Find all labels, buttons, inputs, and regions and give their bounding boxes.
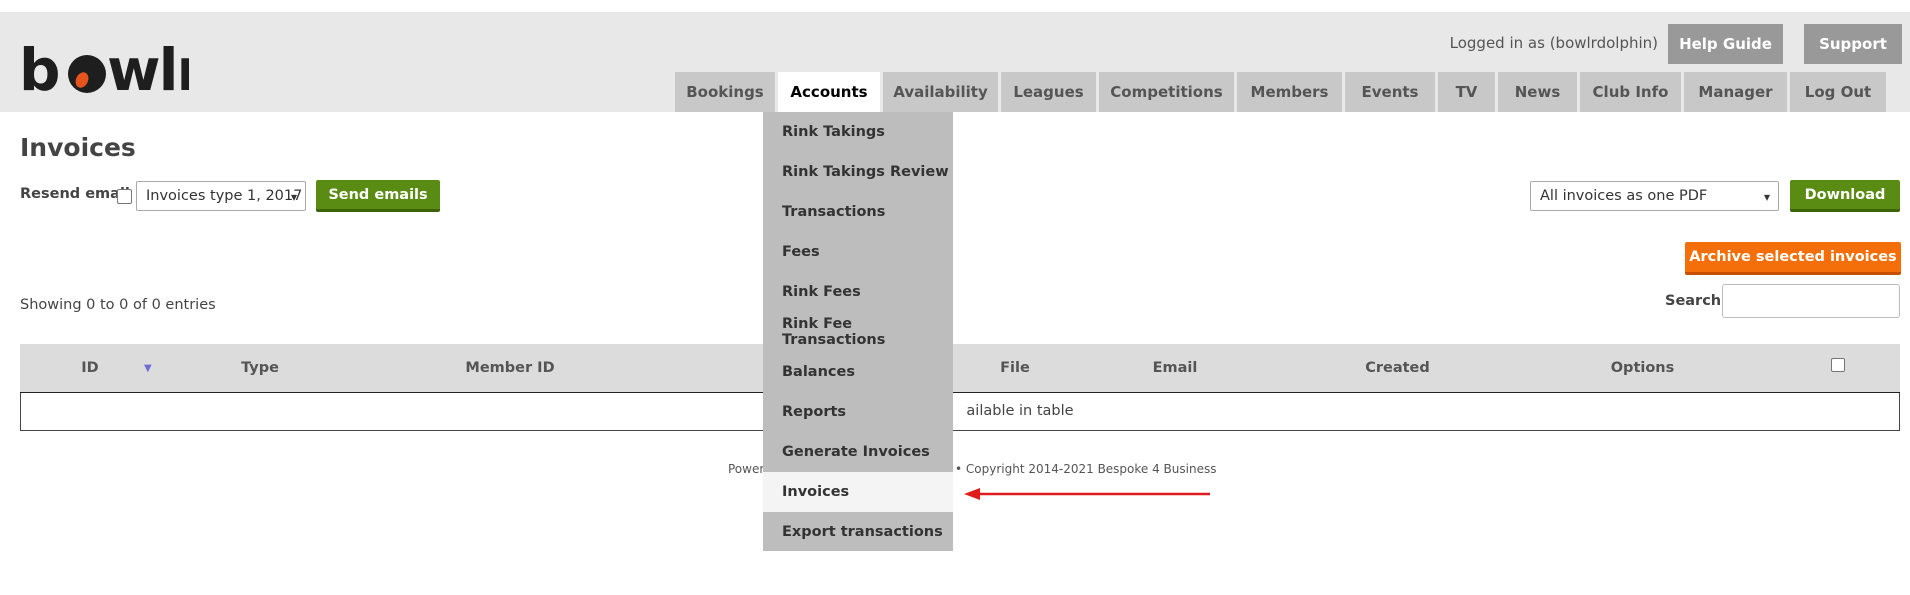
resend-email-checkbox[interactable] [117, 189, 132, 204]
sort-desc-icon[interactable]: ▼ [144, 363, 152, 374]
pdf-format-value: All invoices as one PDF [1540, 188, 1708, 204]
accounts-dropdown-menu: Rink Takings Rink Takings Review Transac… [763, 112, 953, 551]
svg-text:wlr: wlr [107, 36, 189, 102]
pdf-format-select[interactable]: All invoices as one PDF ▾ [1530, 181, 1779, 211]
main-nav: Bookings Accounts Availability Leagues C… [675, 72, 1889, 112]
page-title: Invoices [20, 133, 136, 162]
column-id[interactable]: ID [20, 344, 160, 392]
chevron-down-icon: ▾ [1763, 190, 1770, 204]
tab-competitions[interactable]: Competitions [1099, 72, 1234, 112]
menu-item-transactions[interactable]: Transactions [763, 192, 953, 232]
search-input[interactable] [1722, 284, 1900, 318]
menu-item-reports[interactable]: Reports [763, 392, 953, 432]
help-guide-button[interactable]: Help Guide [1668, 24, 1783, 64]
archive-selected-button[interactable]: Archive selected invoices [1685, 242, 1901, 275]
footer-copyright: • Copyright 2014-2021 Bespoke 4 Business [955, 462, 1217, 476]
menu-item-invoices[interactable]: Invoices [763, 472, 953, 512]
menu-item-balances[interactable]: Balances [763, 352, 953, 392]
bowlr-logo[interactable]: b wlr [19, 32, 189, 102]
invoice-type-select[interactable]: Invoices type 1, 2017 ▾ [136, 181, 306, 211]
tab-availability[interactable]: Availability [883, 72, 998, 112]
tab-tv[interactable]: TV [1438, 72, 1495, 112]
tab-news[interactable]: News [1498, 72, 1577, 112]
menu-item-rink-takings[interactable]: Rink Takings [763, 112, 953, 152]
tab-bookings[interactable]: Bookings [675, 72, 775, 112]
table-row: ailable in table [20, 393, 1900, 431]
entries-info: Showing 0 to 0 of 0 entries [20, 297, 216, 313]
logged-in-text: Logged in as (bowlrdolphin) [1449, 34, 1658, 52]
column-member-id[interactable]: Member ID [360, 344, 660, 392]
column-type[interactable]: Type [160, 344, 360, 392]
footer-powered-text: Power [728, 462, 765, 476]
menu-item-rink-takings-review[interactable]: Rink Takings Review [763, 152, 953, 192]
invoice-type-value: Invoices type 1, 2017 [146, 188, 303, 204]
send-emails-button[interactable]: Send emails [316, 180, 440, 212]
column-created[interactable]: Created [1275, 344, 1520, 392]
tab-accounts[interactable]: Accounts [778, 72, 880, 112]
annotation-arrow-icon [964, 488, 1210, 500]
column-file[interactable]: File [955, 344, 1075, 392]
tab-club-info[interactable]: Club Info [1580, 72, 1681, 112]
menu-item-rink-fee-transactions[interactable]: Rink Fee Transactions [763, 312, 953, 352]
tab-members[interactable]: Members [1237, 72, 1342, 112]
svg-text:b: b [19, 36, 59, 102]
menu-item-export-transactions[interactable]: Export transactions [763, 512, 953, 552]
menu-item-fees[interactable]: Fees [763, 232, 953, 272]
menu-item-rink-fees[interactable]: Rink Fees [763, 272, 953, 312]
empty-table-message: ailable in table [966, 403, 1074, 419]
column-options[interactable]: Options [1520, 344, 1765, 392]
menu-item-generate-invoices[interactable]: Generate Invoices [763, 432, 953, 472]
tab-manager[interactable]: Manager [1684, 72, 1787, 112]
download-button[interactable]: Download [1790, 180, 1900, 212]
select-all-checkbox[interactable] [1831, 358, 1845, 372]
tab-log-out[interactable]: Log Out [1790, 72, 1886, 112]
search-label: Search: [1665, 293, 1727, 309]
column-email[interactable]: Email [1075, 344, 1275, 392]
table-header: ID ▼ Type Member ID M File Email Created… [20, 344, 1900, 394]
support-button[interactable]: Support [1804, 24, 1902, 64]
resend-email-label: Resend email [20, 186, 130, 202]
tab-leagues[interactable]: Leagues [1001, 72, 1096, 112]
chevron-down-icon: ▾ [290, 190, 297, 204]
tab-events[interactable]: Events [1345, 72, 1435, 112]
